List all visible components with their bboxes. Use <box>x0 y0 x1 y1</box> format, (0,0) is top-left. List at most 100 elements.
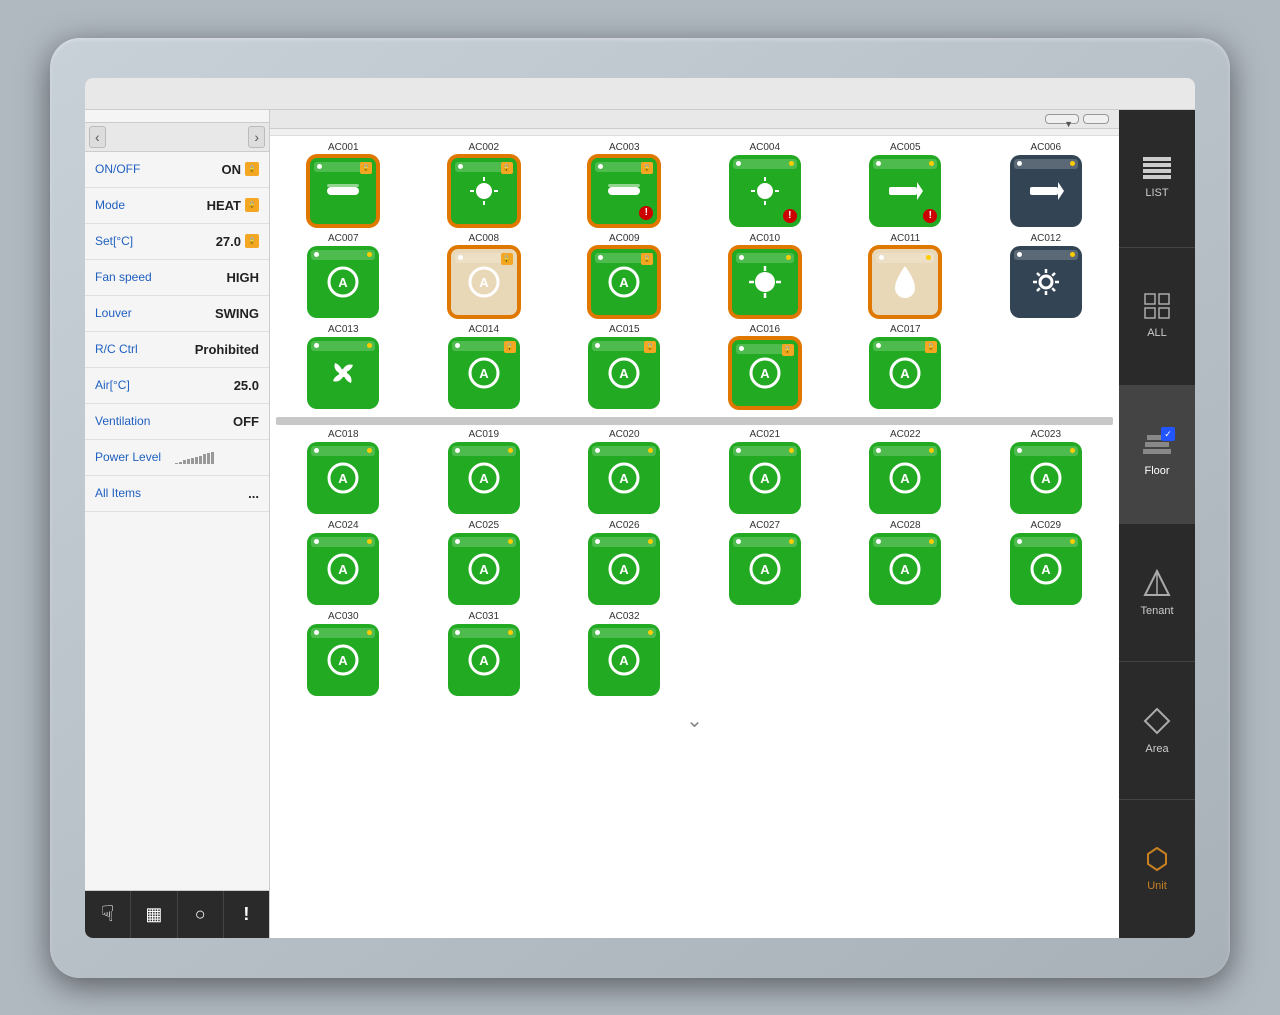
ac-icon-AC023[interactable]: A <box>1010 442 1082 514</box>
ac-unit-AC027[interactable]: AC027A <box>698 520 833 605</box>
ac-unit-AC001[interactable]: AC001🔒 <box>276 142 411 227</box>
ac-status-bar <box>736 253 794 263</box>
ac-icon-AC016[interactable]: A🔒 <box>729 337 801 409</box>
ac-unit-AC008[interactable]: AC008A🔒 <box>417 233 552 318</box>
ac-icon-AC014[interactable]: A🔒 <box>448 337 520 409</box>
ac-unit-label-AC022: AC022 <box>890 429 921 440</box>
ac-unit-AC031[interactable]: AC031A <box>417 611 552 696</box>
ac-unit-AC013[interactable]: AC013 <box>276 324 411 409</box>
ac-unit-AC032[interactable]: AC032A <box>557 611 692 696</box>
ac-unit-AC019[interactable]: AC019A <box>417 429 552 514</box>
ac-unit-AC002[interactable]: AC002🔒 <box>417 142 552 227</box>
svg-text:A: A <box>901 562 911 577</box>
ac-icon-AC009[interactable]: A🔒 <box>588 246 660 318</box>
right-nav-tenant[interactable]: Tenant <box>1119 524 1195 662</box>
ac-icon-AC008[interactable]: A🔒 <box>448 246 520 318</box>
ac-icon-AC031[interactable]: A <box>448 624 520 696</box>
right-nav-list[interactable]: LIST <box>1119 110 1195 248</box>
ac-unit-AC025[interactable]: AC025A <box>417 520 552 605</box>
ac-icon-AC005[interactable]: ! <box>869 155 941 227</box>
ac-unit-label-AC017: AC017 <box>890 324 921 335</box>
ac-unit-AC012[interactable]: AC012 <box>979 233 1114 318</box>
ac-icon-AC004[interactable]: ! <box>729 155 801 227</box>
control-row-on/off[interactable]: ON/OFFON🔒 <box>85 152 269 188</box>
ac-icon-AC030[interactable]: A <box>307 624 379 696</box>
ac-unit-AC014[interactable]: AC014A🔒 <box>417 324 552 409</box>
ac-unit-AC006[interactable]: AC006 <box>979 142 1114 227</box>
ac-icon-AC027[interactable]: A <box>729 533 801 605</box>
ac-main-icon-AC022: A <box>883 456 927 500</box>
ac-icon-AC026[interactable]: A <box>588 533 660 605</box>
power-bar-6 <box>195 457 198 464</box>
nav-next-button[interactable]: › <box>248 126 265 148</box>
ac-unit-label-AC009: AC009 <box>609 233 640 244</box>
control-row-r/cctrl[interactable]: R/C CtrlProhibited <box>85 332 269 368</box>
ac-icon-AC015[interactable]: A🔒 <box>588 337 660 409</box>
ac-icon-AC013[interactable] <box>307 337 379 409</box>
ac-unit-AC024[interactable]: AC024A <box>276 520 411 605</box>
control-row-louver[interactable]: LouverSWING <box>85 296 269 332</box>
ac-icon-AC020[interactable]: A <box>588 442 660 514</box>
ac-unit-AC028[interactable]: AC028A <box>838 520 973 605</box>
ac-icon-AC018[interactable]: A <box>307 442 379 514</box>
ac-icon-AC028[interactable]: A <box>869 533 941 605</box>
all-unit-button[interactable] <box>1083 114 1109 124</box>
control-row-fanspeed[interactable]: Fan speedHIGH <box>85 260 269 296</box>
toolbar-hand-button[interactable]: ☟ <box>85 891 131 938</box>
ac-icon-AC022[interactable]: A <box>869 442 941 514</box>
control-row-mode[interactable]: ModeHEAT🔒 <box>85 188 269 224</box>
ac-unit-AC022[interactable]: AC022 A <box>838 429 973 514</box>
control-row-powerlevel[interactable]: Power Level <box>85 440 269 476</box>
ac-unit-AC020[interactable]: AC020A <box>557 429 692 514</box>
control-row-allitems[interactable]: All Items... <box>85 476 269 512</box>
ac-unit-AC010[interactable]: AC010 <box>698 233 833 318</box>
ac-icon-AC019[interactable]: A <box>448 442 520 514</box>
ac-icon-AC002[interactable]: 🔒 <box>448 155 520 227</box>
ac-unit-AC007[interactable]: AC007A <box>276 233 411 318</box>
ac-icon-AC003[interactable]: 🔒! <box>588 155 660 227</box>
ac-unit-AC009[interactable]: AC009 A🔒 <box>557 233 692 318</box>
right-nav-unit[interactable]: Unit <box>1119 800 1195 937</box>
ac-unit-AC015[interactable]: AC015A🔒 <box>557 324 692 409</box>
toolbar-alert-button[interactable]: ! <box>224 891 269 938</box>
right-nav-floor[interactable]: ✓Floor <box>1119 386 1195 524</box>
scroll-down-button[interactable]: ⌄ <box>276 704 1113 737</box>
ac-icon-AC012[interactable] <box>1010 246 1082 318</box>
ac-icon-AC017[interactable]: A🔒 <box>869 337 941 409</box>
ac-unit-AC018[interactable]: AC018A <box>276 429 411 514</box>
ac-icon-AC024[interactable]: A <box>307 533 379 605</box>
ac-icon-AC001[interactable]: 🔒 <box>307 155 379 227</box>
toolbar-circle-button[interactable]: ○ <box>178 891 224 938</box>
toolbar-grid-button[interactable]: ▦ <box>131 891 177 938</box>
nav-prev-button[interactable]: ‹ <box>89 126 106 148</box>
ac-unit-label-AC012: AC012 <box>1030 233 1061 244</box>
right-nav-area[interactable]: Area <box>1119 662 1195 800</box>
ac-unit-AC016[interactable]: AC016A🔒 <box>698 324 833 409</box>
control-row-ventilation[interactable]: VentilationOFF <box>85 404 269 440</box>
unit-dropdown-button[interactable] <box>1045 114 1079 124</box>
ac-unit-AC017[interactable]: AC017 A🔒 <box>838 324 973 409</box>
ac-icon-AC007[interactable]: A <box>307 246 379 318</box>
ac-icon-AC010[interactable] <box>729 246 801 318</box>
ac-icon-AC011[interactable] <box>869 246 941 318</box>
ac-unit-AC004[interactable]: AC004! <box>698 142 833 227</box>
ac-unit-AC021[interactable]: AC021A <box>698 429 833 514</box>
ac-icon-AC021[interactable]: A <box>729 442 801 514</box>
ac-icon-AC006[interactable] <box>1010 155 1082 227</box>
ac-unit-AC029[interactable]: AC029A <box>979 520 1114 605</box>
ac-icon-AC025[interactable]: A <box>448 533 520 605</box>
ac-unit-AC011[interactable]: AC011 <box>838 233 973 318</box>
control-row-set[°c][interactable]: Set[°C]27.0🔒 <box>85 224 269 260</box>
ac-unit-AC005[interactable]: AC005! <box>838 142 973 227</box>
ac-icon-AC032[interactable]: A <box>588 624 660 696</box>
right-nav-all[interactable]: ALL <box>1119 248 1195 386</box>
control-row-air[°c][interactable]: Air[°C]25.0 <box>85 368 269 404</box>
ac-unit-AC030[interactable]: AC030A <box>276 611 411 696</box>
svg-text:A: A <box>620 653 630 668</box>
ac-unit-AC023[interactable]: AC023A <box>979 429 1114 514</box>
ac-status-dot <box>455 448 460 453</box>
ac-icon-AC029[interactable]: A <box>1010 533 1082 605</box>
right-nav-icon-wrap-area <box>1143 707 1171 739</box>
ac-unit-AC003[interactable]: AC003🔒! <box>557 142 692 227</box>
ac-unit-AC026[interactable]: AC026A <box>557 520 692 605</box>
